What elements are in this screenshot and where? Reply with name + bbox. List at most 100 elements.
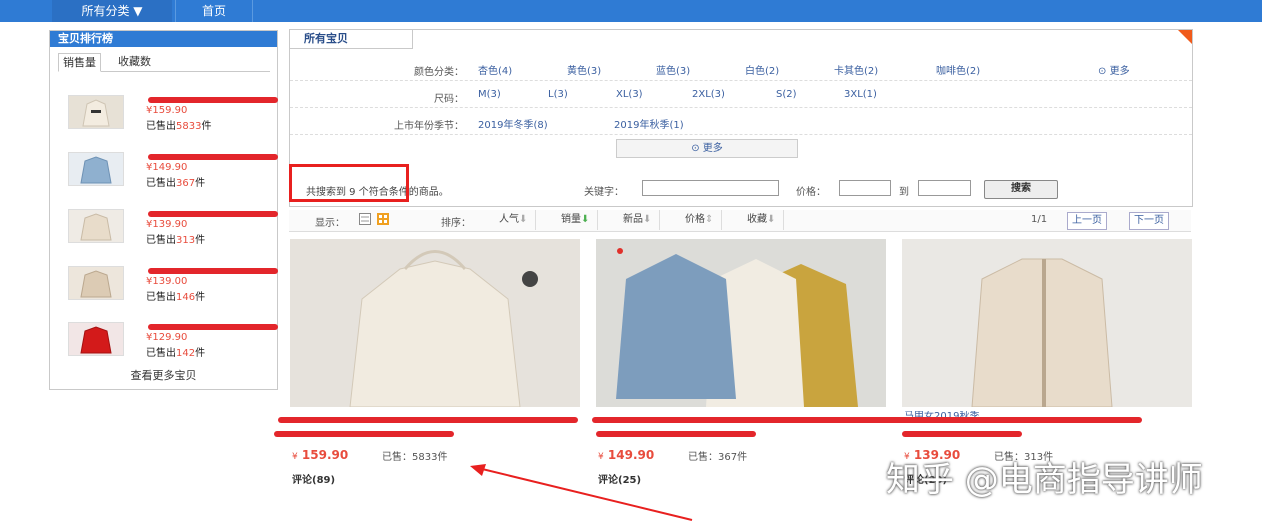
top-nav-bar: 所有分类 ▼ 首页 [0, 0, 1262, 22]
price-min-input[interactable] [839, 180, 891, 196]
ranking-item-sold: 已售出5833件 [146, 117, 211, 132]
color-more-button[interactable]: ⊙ 更多 [1098, 62, 1130, 77]
all-categories-menu[interactable]: 所有分类 ▼ [52, 0, 172, 22]
redaction-scribble [148, 154, 278, 160]
redaction-scribble [902, 431, 1022, 437]
filter-option[interactable]: 3XL(1) [844, 89, 877, 100]
product-card[interactable]: ¥ 159.90 已售：5833件 评论(89) [274, 239, 580, 486]
prev-page-button[interactable]: 上一页 [1067, 212, 1107, 230]
sort-favorites[interactable]: 收藏⬇ [739, 210, 785, 230]
tab-favorites[interactable]: 收藏数 [114, 53, 155, 70]
sold-suffix: 件 [201, 121, 212, 132]
sort-arrow-icon: ⬇ [767, 214, 776, 225]
redaction-scribble [596, 431, 756, 437]
price-label: 价格： [796, 187, 826, 198]
product-thumbnail[interactable] [68, 266, 124, 300]
sold-count: 5833 [176, 121, 202, 132]
filter-option[interactable]: 咖啡色(2) [936, 62, 980, 77]
product-image[interactable] [902, 239, 1192, 407]
caret-down-icon: ▼ [133, 4, 143, 18]
sort-arrow-icon: ⬇ [519, 214, 528, 225]
chevron-circle-icon: ⊙ [691, 143, 700, 154]
filter-option[interactable]: S(2) [776, 89, 797, 100]
product-card[interactable]: ¥ 149.90 已售：367件 评论(25) [592, 239, 886, 486]
filter-option[interactable]: L(3) [548, 89, 568, 100]
filter-panel: 所有宝贝 颜色分类： 杏色(4) 黄色(3) 蓝色(3) 白色(2) 卡其色(2… [289, 29, 1193, 207]
size-label: 尺码： [434, 94, 464, 105]
product-thumbnail[interactable] [68, 95, 124, 129]
filter-option[interactable]: 2019年冬季(8) [478, 116, 548, 131]
filter-option[interactable]: 黄色(3) [567, 62, 601, 77]
sold-count: 367 [176, 178, 196, 189]
ranking-item-price: ¥129.90 [146, 332, 188, 343]
filter-option[interactable]: XL(3) [616, 89, 643, 100]
sort-arrow-icon: ⬇ [581, 214, 590, 225]
sold-prefix: 已售出 [146, 348, 176, 359]
product-sold: 已售：5833件 [382, 452, 448, 463]
currency-symbol: ¥ [292, 452, 298, 462]
sold-count: 146 [176, 292, 196, 303]
ranking-item[interactable]: ¥139.90 已售出313件 [68, 209, 278, 249]
color-label: 颜色分类： [414, 67, 464, 78]
sort-sales[interactable]: 销量⬇ [553, 210, 599, 230]
ranking-item[interactable]: ¥129.90 已售出142件 [68, 322, 278, 362]
sort-new[interactable]: 新品⬇ [615, 210, 661, 230]
filter-option[interactable]: 蓝色(3) [656, 62, 690, 77]
annotation-arrow [470, 464, 693, 521]
redaction-scribble [148, 211, 278, 217]
product-thumbnail[interactable] [68, 322, 124, 356]
view-more-link[interactable]: 查看更多宝贝 [50, 367, 277, 383]
filter-option[interactable]: 杏色(4) [478, 62, 512, 77]
redaction-scribble [274, 431, 454, 437]
ranking-panel: 宝贝排行榜 销售量 收藏数 ¥159.90 已售出5833件 ¥149.90 已… [49, 30, 278, 390]
product-card[interactable]: 马甲女2019秋季 ¥ 139.90 已售：313件 评论(20) [852, 239, 1192, 486]
price-value: 159.90 [301, 448, 349, 462]
product-image[interactable] [596, 239, 886, 407]
sold-suffix: 件 [195, 292, 206, 303]
search-button[interactable]: 搜索 [984, 180, 1058, 199]
sort-favorites-label: 收藏 [747, 214, 767, 225]
product-thumbnail[interactable] [68, 152, 124, 186]
ranking-item-sold: 已售出146件 [146, 288, 205, 303]
redaction-scribble [148, 268, 278, 274]
sold-suffix: 件 [195, 178, 206, 189]
sort-popularity[interactable]: 人气⬇ [491, 210, 537, 230]
ranking-item[interactable]: ¥149.90 已售出367件 [68, 152, 278, 192]
redaction-scribble [148, 324, 278, 330]
list-view-icon[interactable] [359, 213, 371, 225]
ranking-item[interactable]: ¥159.90 已售出5833件 [68, 95, 278, 135]
sort-label: 排序： [441, 218, 471, 229]
home-link[interactable]: 首页 [175, 0, 253, 22]
ranking-tabs: 销售量 收藏数 [58, 53, 270, 72]
keyword-label: 关键字： [584, 187, 624, 198]
tab-sales[interactable]: 销售量 [58, 53, 101, 72]
keyword-input[interactable] [642, 180, 779, 196]
sold-prefix: 已售出 [146, 292, 176, 303]
price-max-input[interactable] [918, 180, 971, 196]
more-filters-label: 更多 [702, 143, 723, 154]
grid-view-icon[interactable] [377, 213, 389, 225]
filter-option[interactable]: 白色(2) [745, 62, 779, 77]
redaction-scribble [592, 417, 882, 423]
filter-option[interactable]: 2019年秋季(1) [614, 116, 684, 131]
sort-price-label: 价格 [685, 214, 705, 225]
ranking-item-sold: 已售出313件 [146, 231, 205, 246]
sold-prefix: 已售出 [146, 121, 176, 132]
sort-price[interactable]: 价格⇕ [677, 210, 723, 230]
filter-option[interactable]: M(3) [478, 89, 501, 100]
product-comments[interactable]: 评论(89) [292, 471, 335, 486]
sort-bar: 显示： 排序： 人气⬇ 销量⬇ 新品⬇ 价格⇕ 收藏⬇ 1/1 上一页 下一页 [289, 210, 1191, 232]
sold-suffix: 件 [195, 348, 206, 359]
more-filters-button[interactable]: ⊙ 更多 [616, 139, 798, 158]
sold-prefix: 已售出 [146, 235, 176, 246]
product-image[interactable] [290, 239, 580, 407]
display-label: 显示： [315, 218, 345, 229]
filter-option[interactable]: 卡其色(2) [834, 62, 878, 77]
corner-collapse-icon[interactable] [1178, 30, 1192, 44]
next-page-button[interactable]: 下一页 [1129, 212, 1169, 230]
product-thumbnail[interactable] [68, 209, 124, 243]
filter-row-season: 上市年份季节： 2019年冬季(8) 2019年秋季(1) [290, 112, 1192, 135]
filter-option[interactable]: 2XL(3) [692, 89, 725, 100]
ranking-item[interactable]: ¥139.00 已售出146件 [68, 266, 278, 306]
all-categories-label: 所有分类 [81, 4, 130, 18]
